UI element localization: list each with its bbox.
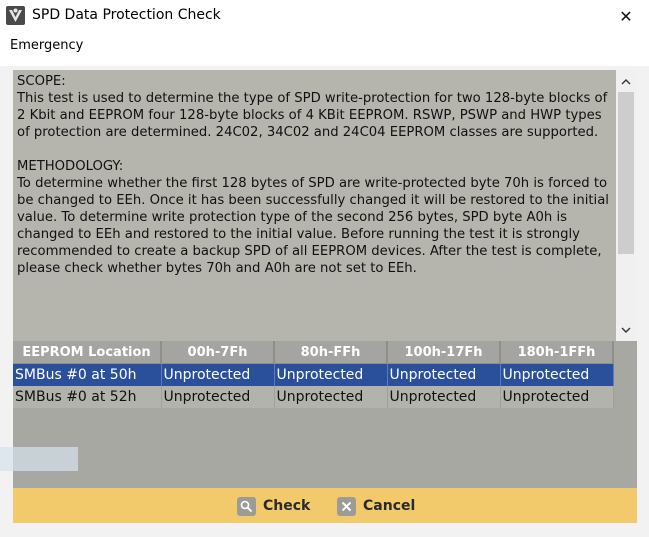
button-bar: Check Cancel bbox=[13, 488, 637, 523]
scroll-down-button[interactable] bbox=[616, 321, 636, 339]
cancel-button[interactable]: Cancel bbox=[337, 496, 415, 516]
table-cell: Unprotected bbox=[387, 363, 501, 386]
table-row[interactable]: SMBus #0 at 50h Unprotected Unprotected … bbox=[13, 363, 614, 386]
cancel-button-label: Cancel bbox=[363, 498, 416, 514]
chevron-up-icon bbox=[621, 79, 631, 85]
description-text-area[interactable]: SCOPE: This test is used to determine th… bbox=[13, 70, 616, 341]
cross-icon bbox=[337, 496, 356, 516]
column-header-80h-ffh[interactable]: 80h-FFh bbox=[274, 341, 388, 364]
table-cell: Unprotected bbox=[500, 363, 614, 386]
window-title: SPD Data Protection Check bbox=[32, 7, 221, 23]
check-button-label: Check bbox=[263, 498, 311, 514]
table-cell: Unprotected bbox=[161, 386, 275, 408]
table-cell: Unprotected bbox=[387, 386, 501, 408]
description-text: SCOPE: This test is used to determine th… bbox=[17, 74, 609, 276]
column-header-location[interactable]: EEPROM Location bbox=[13, 341, 162, 364]
close-button[interactable]: ✕ bbox=[603, 0, 649, 32]
table-row[interactable]: SMBus #0 at 52h Unprotected Unprotected … bbox=[13, 386, 614, 408]
column-header-100h-17fh[interactable]: 100h-17Fh bbox=[387, 341, 501, 364]
table-cell: SMBus #0 at 52h bbox=[13, 386, 162, 408]
close-icon: ✕ bbox=[619, 6, 633, 26]
menu-item-emergency[interactable]: Emergency bbox=[10, 38, 83, 53]
menu-bar: Emergency bbox=[0, 33, 649, 57]
protection-table: EEPROM Location 00h-7Fh 80h-FFh 100h-17F… bbox=[13, 341, 614, 408]
column-header-00h-7fh[interactable]: 00h-7Fh bbox=[161, 341, 275, 364]
title-bar: SPD Data Protection Check ✕ bbox=[0, 0, 649, 32]
table-cell: Unprotected bbox=[274, 386, 388, 408]
table-cell: Unprotected bbox=[500, 386, 614, 408]
table-cell: SMBus #0 at 50h bbox=[13, 363, 162, 386]
app-logo-icon bbox=[6, 6, 25, 25]
scroll-up-button[interactable] bbox=[616, 73, 636, 91]
table-cell: Unprotected bbox=[161, 363, 275, 386]
chevron-down-icon bbox=[621, 327, 631, 333]
scroll-thumb[interactable] bbox=[618, 92, 634, 254]
table-cell: Unprotected bbox=[274, 363, 388, 386]
column-header-180h-1ffh[interactable]: 180h-1FFh bbox=[500, 341, 614, 364]
table-header-row: EEPROM Location 00h-7Fh 80h-FFh 100h-17F… bbox=[13, 341, 614, 364]
magnifier-icon bbox=[237, 496, 256, 516]
vertical-scrollbar[interactable] bbox=[616, 70, 636, 341]
check-button[interactable]: Check bbox=[237, 496, 310, 516]
protection-grid: EEPROM Location 00h-7Fh 80h-FFh 100h-17F… bbox=[13, 341, 637, 488]
hint-box bbox=[0, 447, 78, 471]
